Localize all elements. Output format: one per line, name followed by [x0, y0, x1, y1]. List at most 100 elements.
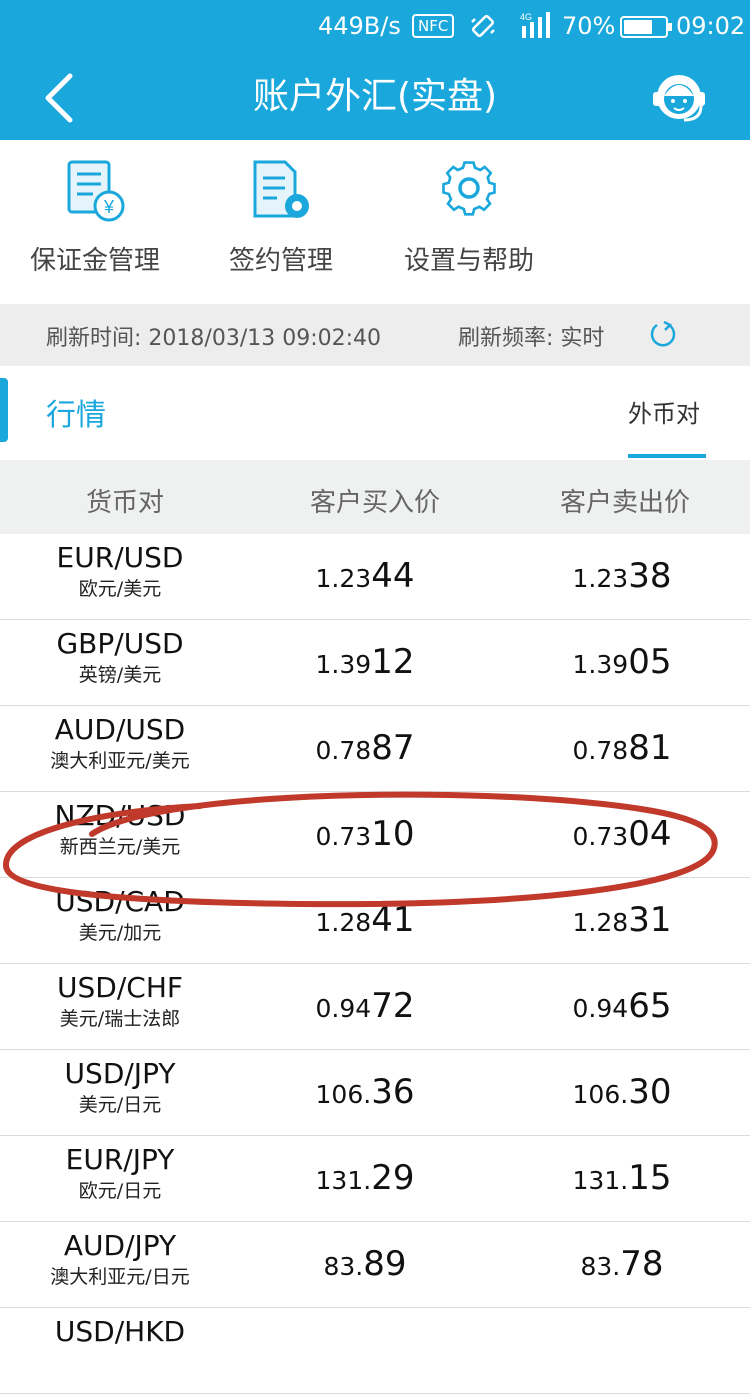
price-pips: 78: [620, 1244, 664, 1284]
price-main: 106.: [572, 1080, 629, 1109]
buy-price: 83.89: [240, 1244, 490, 1284]
refresh-icon[interactable]: [648, 320, 678, 350]
price-pips: 41: [371, 900, 415, 940]
table-header: 货币对 客户买入价 客户卖出价: [0, 460, 750, 534]
price-main: 1.23: [315, 564, 372, 593]
table-row[interactable]: EUR/USD 欧元/美元 1.2344 1.2338: [0, 534, 750, 620]
sell-price: 83.78: [497, 1244, 747, 1284]
pair-name: 美元/日元: [78, 1094, 162, 1116]
price-main: 83.: [580, 1252, 621, 1281]
price-pips: 30: [628, 1072, 672, 1112]
table-row[interactable]: USD/CHF 美元/瑞士法郎 0.9472 0.9465: [0, 964, 750, 1050]
price-main: 0.78: [315, 736, 372, 765]
buy-price: 1.2841: [240, 900, 490, 940]
refresh-time-value: 2018/03/13 09:02:40: [148, 326, 382, 351]
buy-price: 0.7310: [240, 814, 490, 854]
sell-price: 1.2338: [497, 556, 747, 596]
quick-actions: ¥ 保证金管理 签约管理 设置与帮助: [0, 140, 750, 304]
pair-code: NZD/USD: [54, 799, 186, 832]
page-title: 账户外汇(实盘): [252, 76, 498, 117]
price-main: 1.39: [572, 650, 629, 679]
price-pips: 31: [628, 900, 672, 940]
price-main: 1.39: [315, 650, 372, 679]
customer-service-icon[interactable]: [650, 68, 708, 126]
table-row[interactable]: GBP/USD 英镑/美元 1.3912 1.3905: [0, 620, 750, 706]
table-row[interactable]: USD/HKD: [0, 1308, 750, 1394]
price-main: 0.73: [315, 822, 372, 851]
table-row[interactable]: AUD/USD 澳大利亚元/美元 0.7887 0.7881: [0, 706, 750, 792]
pair-code: USD/CAD: [55, 885, 185, 918]
svg-text:¥: ¥: [103, 197, 115, 217]
price-main: 131.: [315, 1166, 372, 1195]
price-pips: 81: [628, 728, 672, 768]
price-main: 0.73: [572, 822, 629, 851]
buy-price: 106.36: [240, 1072, 490, 1112]
contract-management-button[interactable]: 签约管理: [186, 140, 376, 304]
sell-price: 0.7304: [497, 814, 747, 854]
price-main: 131.: [572, 1166, 629, 1195]
table-row[interactable]: EUR/JPY 欧元/日元 131.29 131.15: [0, 1136, 750, 1222]
margin-management-button[interactable]: ¥ 保证金管理: [0, 140, 190, 304]
pair-code: AUD/USD: [54, 713, 186, 746]
margin-document-icon: ¥: [67, 160, 125, 222]
quick-action-label: 签约管理: [228, 246, 333, 276]
pair-name: 欧元/美元: [78, 578, 162, 600]
price-main: 1.23: [572, 564, 629, 593]
pair-code: USD/CHF: [57, 971, 183, 1004]
pair-code: EUR/USD: [56, 541, 184, 574]
price-pips: 65: [628, 986, 672, 1026]
table-row[interactable]: USD/CAD 美元/加元 1.2841 1.28 31: [0, 878, 750, 964]
price-main: 0.94: [572, 994, 629, 1023]
vibrate-icon: [471, 14, 495, 38]
price-pips: 38: [628, 556, 672, 596]
buy-price: 0.9472: [240, 986, 490, 1026]
price-pips: 89: [363, 1244, 407, 1284]
refresh-frequency-value: 实时: [560, 326, 605, 351]
buy-price: 131.29: [240, 1158, 490, 1198]
sell-price: 1.3905: [497, 642, 747, 682]
price-pips: 87: [371, 728, 415, 768]
price-pips: 12: [371, 642, 415, 682]
pair-code: USD/HKD: [54, 1315, 186, 1348]
signal-icon: 4G: [520, 12, 550, 38]
price-pips: 10: [371, 814, 415, 854]
price-main: 0.78: [572, 736, 629, 765]
table-row[interactable]: AUD/JPY 澳大利亚元/日元 83.89 83.78: [0, 1222, 750, 1308]
refresh-frequency-label: 刷新频率:: [458, 326, 554, 351]
section-title: 行情: [46, 398, 106, 433]
refresh-time-label: 刷新时间:: [46, 326, 142, 351]
status-bar: 449B/s NFC 4G 70% 09:02: [0, 0, 750, 54]
price-pips: 36: [371, 1072, 415, 1112]
table-row[interactable]: USD/JPY 美元/日元 106.36 106.30: [0, 1050, 750, 1136]
tab-currency-pairs[interactable]: 外币对: [628, 394, 700, 429]
pair-code: EUR/JPY: [65, 1143, 175, 1176]
app-header: 449B/s NFC 4G 70% 09:02 账户外汇(实盘): [0, 0, 750, 140]
battery-percent: 70%: [562, 12, 616, 40]
buy-price: 1.3912: [240, 642, 490, 682]
pair-name: 欧元/日元: [78, 1180, 162, 1202]
net-speed: 449B/s: [318, 12, 401, 40]
refresh-time: 刷新时间: 2018/03/13 09:02:40: [46, 320, 381, 352]
pair-name: 美元/加元: [78, 922, 162, 944]
refresh-bar: 刷新时间: 2018/03/13 09:02:40 刷新频率: 实时: [0, 304, 750, 366]
buy-price: 1.2344: [240, 556, 490, 596]
sell-price: 106.30: [497, 1072, 747, 1112]
table-row[interactable]: NZD/USD 新西兰元/美元 0.7310 0.7304: [0, 792, 750, 878]
settings-help-button[interactable]: 设置与帮助: [374, 140, 564, 304]
network-type-label: 4G: [520, 12, 532, 22]
price-pips: 04: [628, 814, 672, 854]
column-header-sell: 客户卖出价: [559, 488, 690, 518]
section-marker: [0, 378, 8, 442]
price-pips: 05: [628, 642, 672, 682]
column-header-pair: 货币对: [85, 488, 164, 518]
quick-action-label: 设置与帮助: [403, 246, 534, 276]
price-pips: 72: [371, 986, 415, 1026]
price-pips: 15: [628, 1158, 672, 1198]
section-tabbar: 行情 外币对: [0, 366, 750, 460]
quick-action-label: 保证金管理: [29, 246, 160, 276]
price-main: 1.28: [315, 908, 372, 937]
pair-name: 澳大利亚元/美元: [50, 750, 190, 772]
pair-name: 美元/瑞士法郎: [59, 1008, 181, 1030]
price-main: 0.94: [315, 994, 372, 1023]
pair-name: 新西兰元/美元: [59, 836, 181, 858]
